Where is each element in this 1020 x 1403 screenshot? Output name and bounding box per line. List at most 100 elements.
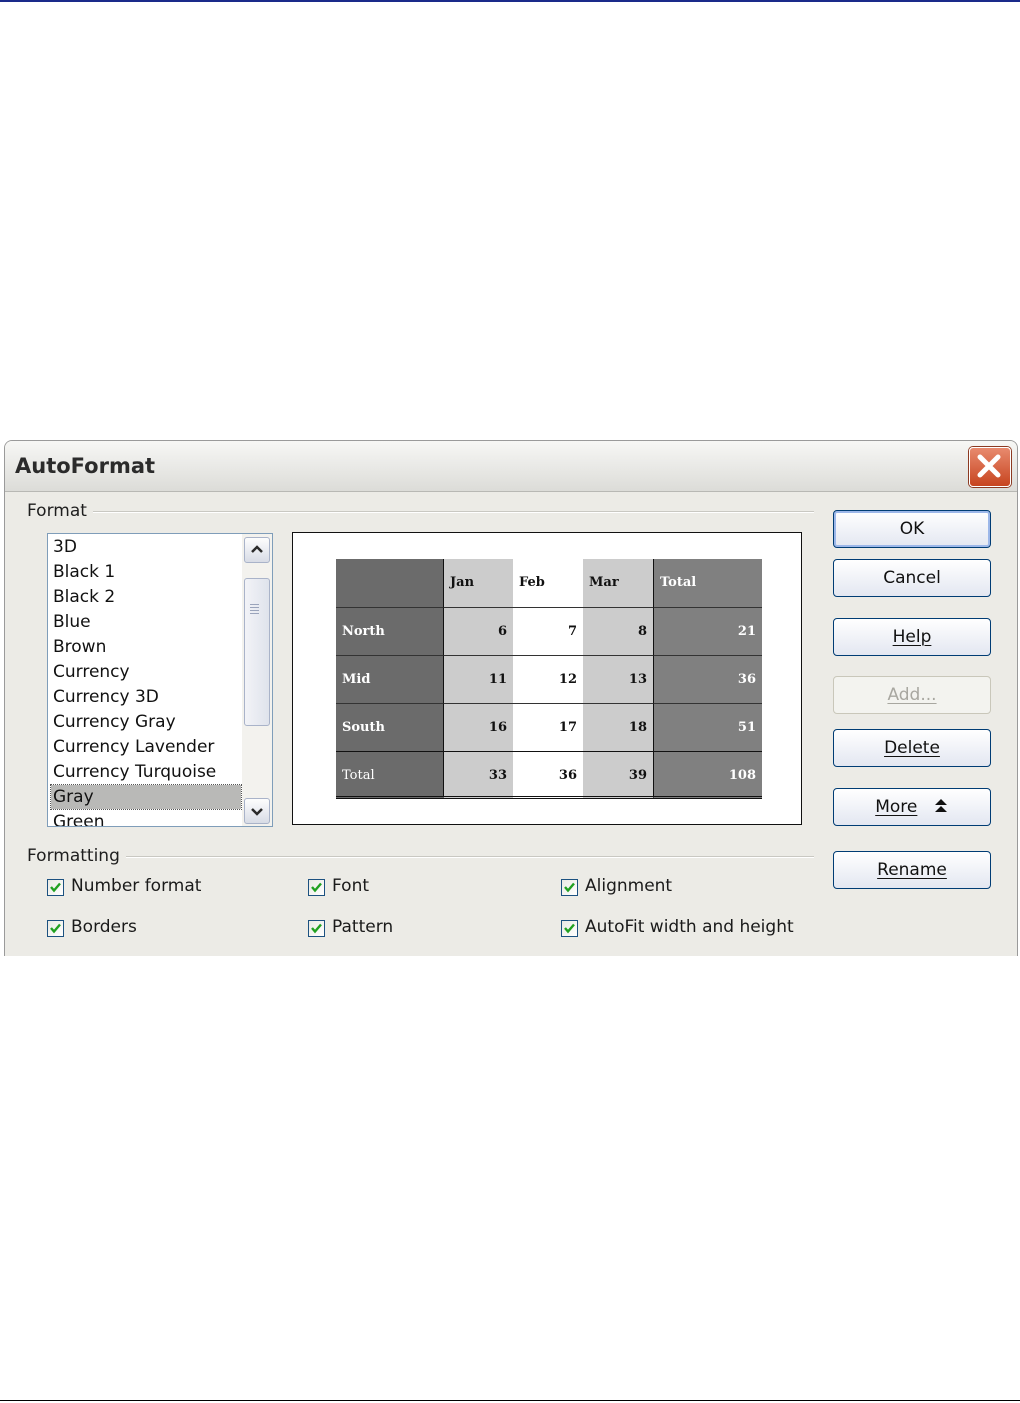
- borders-checkbox[interactable]: [47, 920, 64, 937]
- list-item[interactable]: Currency 3D: [51, 685, 241, 709]
- preview-cell-text: 8: [637, 624, 647, 639]
- preview-cell: 36: [513, 751, 583, 799]
- font-checkbox[interactable]: [308, 879, 325, 896]
- preview-cell: 21: [653, 607, 762, 655]
- format-preview: Jan Feb Mar Total North 6 7 8 21 Mid 11 12 13 36 South…: [292, 532, 802, 825]
- double-chevron-up-icon: [934, 799, 947, 812]
- format-group-label: Format: [27, 501, 93, 521]
- autofit-label: AutoFit width and height: [585, 917, 794, 937]
- add-label: Add...: [887, 685, 937, 705]
- preview-cell: 108: [653, 751, 762, 799]
- more-button[interactable]: More: [833, 788, 991, 826]
- rename-button[interactable]: Rename: [833, 851, 991, 889]
- preview-cell-text: 36: [558, 768, 577, 783]
- scroll-up-button[interactable]: [244, 537, 270, 563]
- page-top-rule: [0, 0, 1020, 2]
- scroll-grip-icon: [250, 604, 259, 616]
- preview-col-header: Total: [653, 559, 762, 607]
- preview-row-header: South: [336, 703, 443, 751]
- preview-cell: 39: [583, 751, 653, 799]
- alignment-checkbox[interactable]: [561, 879, 578, 896]
- preview-col-header-text: Jan: [450, 575, 475, 590]
- list-item[interactable]: Gray: [50, 784, 242, 810]
- ok-label: OK: [899, 519, 925, 539]
- scroll-down-button[interactable]: [244, 798, 270, 824]
- preview-cell-text: 16: [488, 720, 507, 735]
- delete-button[interactable]: Delete: [833, 729, 991, 767]
- formatting-group-line: [29, 856, 814, 858]
- preview-row-header-text: Mid: [342, 672, 371, 687]
- ok-button[interactable]: OK: [833, 510, 991, 548]
- preview-cell: 8: [583, 607, 653, 655]
- preview-cell: 7: [513, 607, 583, 655]
- autofit-checkbox[interactable]: [561, 920, 578, 937]
- list-item[interactable]: 3D: [51, 535, 241, 559]
- preview-col-header: Mar: [583, 559, 653, 607]
- preview-cell-text: 11: [488, 672, 507, 687]
- format-group-line: [29, 511, 814, 513]
- list-item[interactable]: Currency Lavender: [51, 735, 241, 759]
- preview-row-header: North: [336, 607, 443, 655]
- delete-label: Delete: [884, 738, 940, 758]
- checkmark-icon: [311, 923, 322, 934]
- preview-cell: 18: [583, 703, 653, 751]
- checkmark-icon: [564, 882, 575, 893]
- preview-cell: 16: [443, 703, 513, 751]
- borders-label: Borders: [71, 917, 137, 937]
- preview-cell-text: 33: [488, 768, 507, 783]
- number-format-checkbox[interactable]: [47, 879, 64, 896]
- number-format-label: Number format: [71, 876, 202, 896]
- list-scrollbar[interactable]: [242, 534, 272, 826]
- preview-cell: 51: [653, 703, 762, 751]
- checkmark-icon: [50, 923, 61, 934]
- chevron-down-icon: [251, 808, 263, 816]
- checkmark-icon: [564, 923, 575, 934]
- preview-cell-text: 21: [737, 624, 756, 639]
- close-icon: [977, 454, 1001, 478]
- preview-cell: 12: [513, 655, 583, 703]
- cancel-label: Cancel: [883, 568, 941, 588]
- preview-col-header: Feb: [513, 559, 583, 607]
- pattern-checkbox[interactable]: [308, 920, 325, 937]
- close-button[interactable]: [969, 447, 1011, 487]
- scroll-thumb[interactable]: [244, 578, 270, 726]
- preview-col-header: Jan: [443, 559, 513, 607]
- list-item[interactable]: Currency: [51, 660, 241, 684]
- list-item[interactable]: Brown: [51, 635, 241, 659]
- preview-cell-text: 17: [558, 720, 577, 735]
- list-item[interactable]: Currency Gray: [51, 710, 241, 734]
- preview-cell-text: 36: [737, 672, 756, 687]
- preview-row-header-text: South: [342, 720, 385, 735]
- more-label: More: [875, 797, 918, 817]
- list-item[interactable]: Blue: [51, 610, 241, 634]
- pattern-label: Pattern: [332, 917, 394, 937]
- checkmark-icon: [311, 882, 322, 893]
- add-button[interactable]: Add...: [833, 676, 991, 714]
- preview-cell: 36: [653, 655, 762, 703]
- chevron-up-icon: [251, 545, 263, 553]
- help-button[interactable]: Help: [833, 618, 991, 656]
- list-item[interactable]: Black 2: [51, 585, 241, 609]
- title-bar: AutoFormat: [5, 441, 1017, 492]
- preview-row-header-text: Total: [342, 768, 375, 783]
- list-item[interactable]: Black 1: [51, 560, 241, 584]
- preview-table: Jan Feb Mar Total North 6 7 8 21 Mid 11 12 13 36 South…: [336, 559, 762, 801]
- cancel-button[interactable]: Cancel: [833, 559, 991, 597]
- preview-corner-cell: [336, 559, 443, 607]
- preview-cell: 33: [443, 751, 513, 799]
- list-item[interactable]: Green: [51, 810, 241, 826]
- list-item[interactable]: Currency Turquoise: [51, 760, 241, 784]
- preview-cell: 6: [443, 607, 513, 655]
- preview-col-header-text: Total: [660, 575, 697, 590]
- alignment-label: Alignment: [585, 876, 673, 896]
- preview-cell: 13: [583, 655, 653, 703]
- preview-cell-text: 13: [628, 672, 647, 687]
- preview-cell-text: 12: [558, 672, 577, 687]
- preview-cell-text: 39: [628, 768, 647, 783]
- preview-row-header: Mid: [336, 655, 443, 703]
- autoformat-dialog: AutoFormat Format 3D Black 1 Black 2 Blue Br…: [4, 440, 1018, 956]
- preview-row-header-text: North: [342, 624, 385, 639]
- preview-cell: 17: [513, 703, 583, 751]
- format-listbox[interactable]: 3D Black 1 Black 2 Blue Brown Currency Currenc…: [47, 533, 273, 827]
- preview-cell-text: 6: [497, 624, 507, 639]
